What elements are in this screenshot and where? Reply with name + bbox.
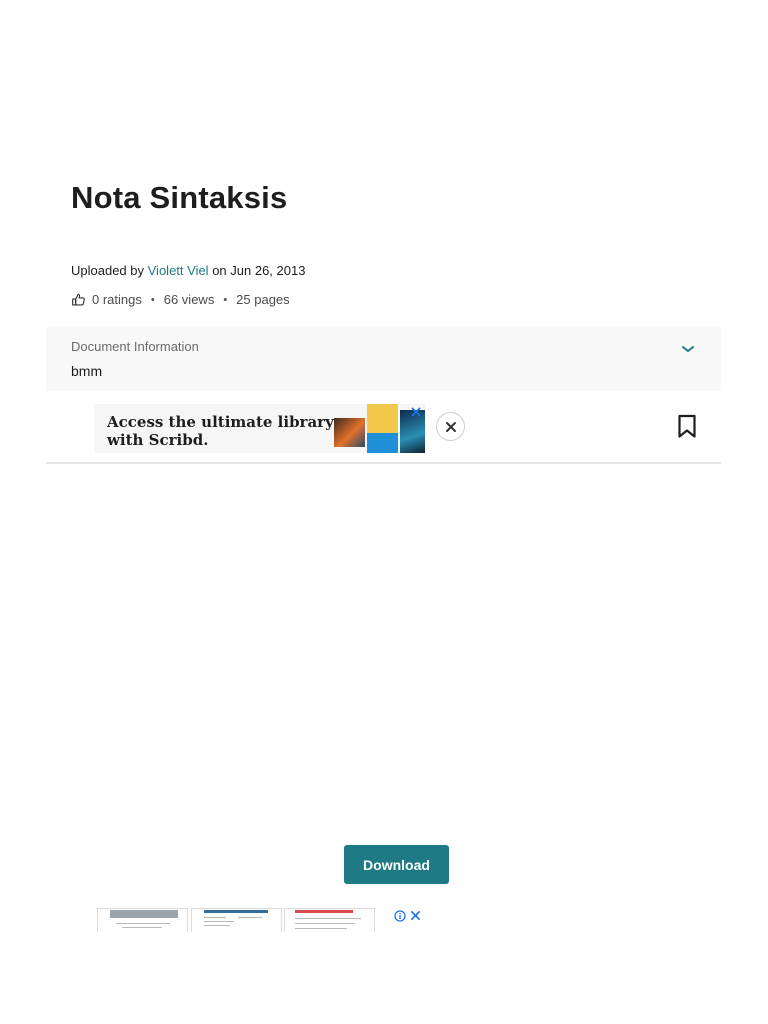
- book-cover-image: [367, 433, 398, 453]
- ad-text-line: with Scribd.: [107, 431, 209, 449]
- close-icon: [445, 421, 456, 432]
- pages-count: 25 pages: [236, 292, 290, 307]
- close-ad-button[interactable]: [436, 412, 465, 441]
- thumbs-up-icon: [71, 292, 86, 307]
- ad-text: Access the ultimate library with Scribd.: [107, 413, 334, 449]
- download-button[interactable]: Download: [344, 845, 449, 884]
- document-stats: 0 ratings • 66 views • 25 pages: [71, 292, 290, 307]
- ad-thumbnail[interactable]: [97, 908, 188, 932]
- close-icon[interactable]: [410, 910, 421, 921]
- views-count: 66 views: [163, 292, 215, 307]
- book-cover-image: [367, 404, 398, 433]
- uploaded-by-label: Uploaded by: [71, 263, 144, 278]
- ad-dismiss-icon[interactable]: [410, 405, 422, 417]
- ad-banner[interactable]: Access the ultimate library with Scribd.: [94, 404, 425, 453]
- document-information-label: Document Information: [71, 339, 199, 354]
- upload-date: on Jun 26, 2013: [212, 263, 306, 278]
- book-cover-image: [334, 418, 365, 447]
- ad-thumbnail-strip[interactable]: [97, 908, 377, 932]
- uploader-line: Uploaded by Violett Viel on Jun 26, 2013: [71, 263, 305, 278]
- ad-text-line: Access the ultimate library: [107, 413, 334, 431]
- document-information-value: bmm: [71, 363, 103, 379]
- document-title: Nota Sintaksis: [71, 180, 288, 215]
- ratings-count: 0 ratings: [92, 292, 142, 307]
- divider: [46, 462, 721, 464]
- bookmark-icon[interactable]: [677, 414, 697, 439]
- author-link[interactable]: Violett Viel: [148, 263, 209, 278]
- chevron-down-icon[interactable]: [681, 341, 695, 352]
- ad-thumbnail[interactable]: [191, 908, 282, 932]
- stats-separator: •: [223, 293, 228, 306]
- stats-separator: •: [150, 293, 155, 306]
- document-information-panel[interactable]: Document Information bmm: [46, 327, 721, 391]
- ad-choices[interactable]: [394, 909, 424, 922]
- info-icon[interactable]: [394, 909, 406, 922]
- ad-thumbnail[interactable]: [284, 908, 375, 932]
